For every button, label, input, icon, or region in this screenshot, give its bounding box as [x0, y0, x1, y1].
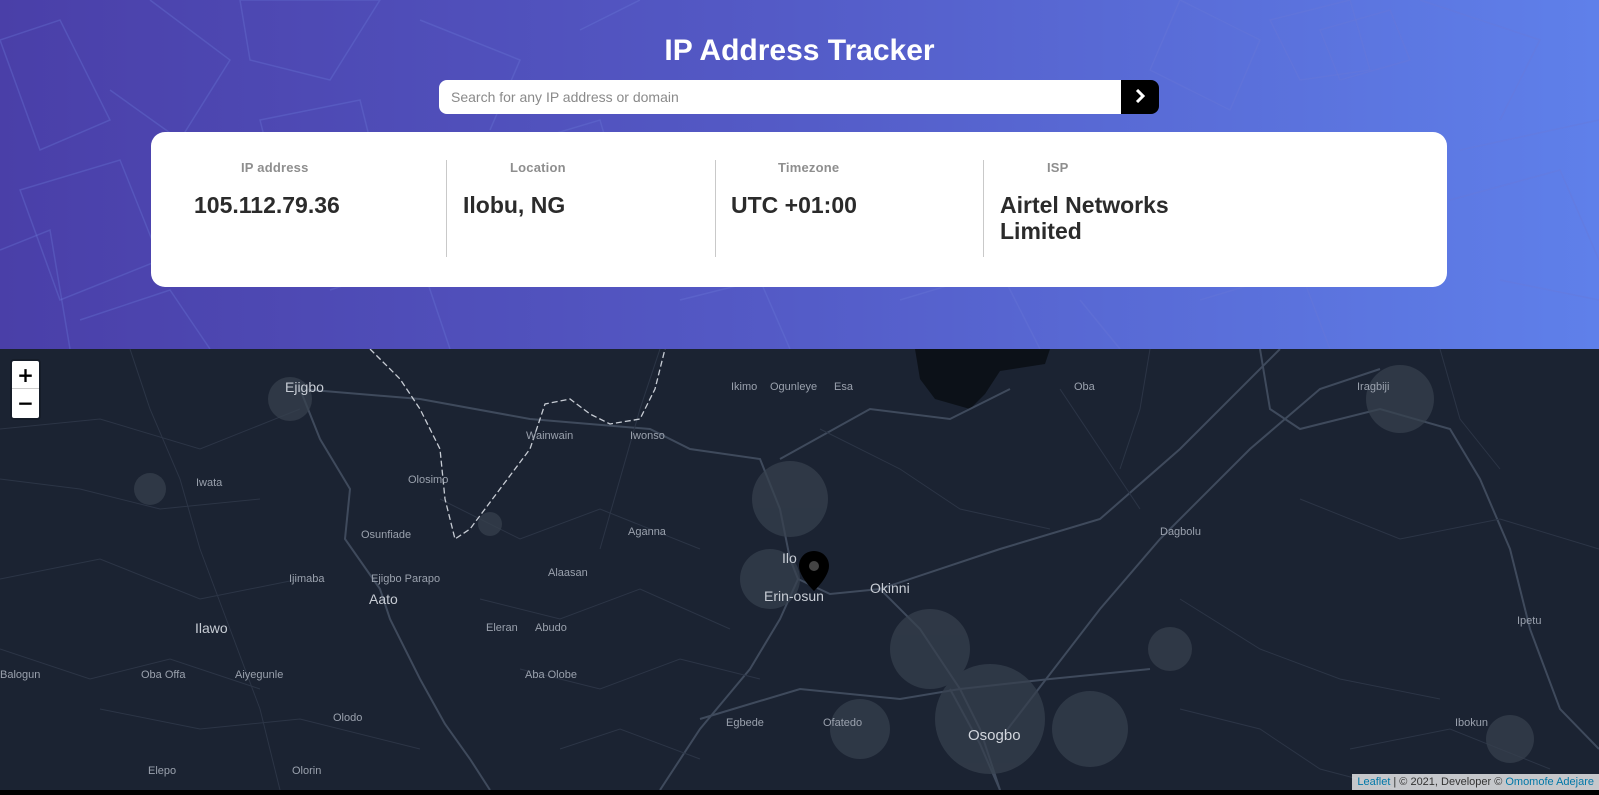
map-label: Osogbo [968, 727, 1021, 744]
map-label: Ejigbo [285, 379, 324, 395]
map-label: Ilawo [195, 620, 228, 636]
map-label: Iragbiji [1357, 381, 1390, 393]
divider [446, 160, 447, 257]
attribution-text: | © 2021, Developer © [1393, 776, 1503, 788]
map-label: Ejigbo Parapo [371, 573, 441, 585]
ip-address-value: 105.112.79.36 [194, 192, 340, 218]
isp-label: ISP [1047, 160, 1069, 175]
map-label: Ofatedo [823, 717, 863, 729]
page-title: IP Address Tracker [664, 34, 935, 67]
map-label: Aiyegunle [235, 669, 284, 681]
location-label: Location [510, 160, 566, 175]
isp-section: ISP Airtel Networks Limited [1000, 160, 1215, 257]
map-label: Aba Olobe [525, 669, 577, 681]
isp-value: Airtel Networks Limited [1000, 192, 1169, 244]
map-label: Ikimo [731, 381, 758, 393]
header-banner: IP Address Tracker IP address 105.112.79… [0, 0, 1599, 349]
map-label: Aato [369, 591, 398, 607]
map-label: Osunfiade [361, 529, 412, 541]
ip-address-label: IP address [241, 160, 309, 175]
search-bar [439, 80, 1159, 114]
map-label: Ilo [782, 550, 797, 566]
map-label: Iwonso [630, 430, 665, 442]
divider [983, 160, 984, 257]
zoom-control: + − [10, 359, 41, 420]
chevron-right-icon [1134, 88, 1146, 106]
map-label: Ogunleye [770, 381, 818, 393]
map-label: Olodo [333, 712, 363, 724]
location-section: Location Ilobu, NG [463, 160, 678, 257]
map-label: Eleran [486, 622, 518, 634]
map-label: Egbede [726, 717, 764, 729]
map-label: Oba Offa [141, 669, 186, 681]
ip-address-section: IP address 105.112.79.36 [194, 160, 409, 257]
map-label: Alaasan [548, 567, 588, 579]
search-input[interactable] [439, 80, 1121, 114]
map-view[interactable]: + − Ejigbo Ikimo Ogunleye Esa Oba Iragbi… [0, 349, 1599, 790]
map-label: Ibokun [1455, 717, 1489, 729]
location-value: Ilobu, NG [463, 192, 566, 218]
author-link[interactable]: Omomofe Adejare [1505, 776, 1594, 788]
search-button[interactable] [1121, 80, 1159, 114]
map-label: Oba [1074, 381, 1095, 393]
timezone-label: Timezone [778, 160, 840, 175]
map-label: Esa [834, 381, 853, 393]
location-pin-icon[interactable] [798, 550, 830, 592]
map-label: Elepo [148, 765, 177, 777]
zoom-out-button[interactable]: − [12, 389, 39, 417]
bottom-bar [0, 790, 1599, 795]
leaflet-link[interactable]: Leaflet [1357, 776, 1390, 788]
map-label: Abudo [535, 622, 567, 634]
info-card: IP address 105.112.79.36 Location Ilobu,… [151, 132, 1447, 287]
timezone-section: Timezone UTC +01:00 [731, 160, 946, 257]
map-label: Iwata [196, 477, 223, 489]
map-label: Olosimo [408, 474, 449, 486]
map-label: Okinni [870, 580, 910, 596]
map-attribution: Leaflet | © 2021, Developer © Omomofe Ad… [1352, 774, 1599, 790]
timezone-value: UTC +01:00 [731, 192, 857, 218]
map-label: Olorin [292, 765, 322, 777]
map-label: Ijimaba [289, 573, 325, 585]
map-label: Ipetu [1517, 615, 1542, 627]
map-label: Aganna [628, 526, 666, 538]
map-label: Dagbolu [1160, 526, 1201, 538]
map-label: Balogun [0, 669, 41, 681]
map-label: Wainwain [526, 430, 574, 442]
zoom-in-button[interactable]: + [12, 361, 39, 389]
divider [715, 160, 716, 257]
